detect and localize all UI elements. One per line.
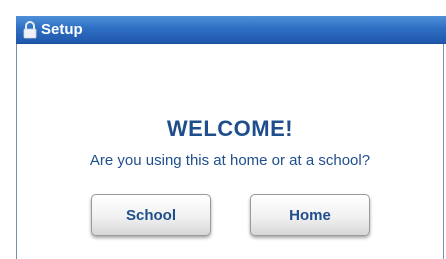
- home-button[interactable]: Home: [250, 194, 370, 236]
- setup-dialog: Setup WELCOME! Are you using this at hom…: [16, 16, 446, 259]
- window-title: Setup: [41, 21, 83, 38]
- title-bar: Setup: [16, 16, 446, 44]
- setup-question: Are you using this at home or at a schoo…: [89, 152, 371, 169]
- welcome-heading: WELCOME!: [166, 116, 294, 141]
- lock-icon: [23, 21, 37, 39]
- school-button[interactable]: School: [91, 194, 211, 236]
